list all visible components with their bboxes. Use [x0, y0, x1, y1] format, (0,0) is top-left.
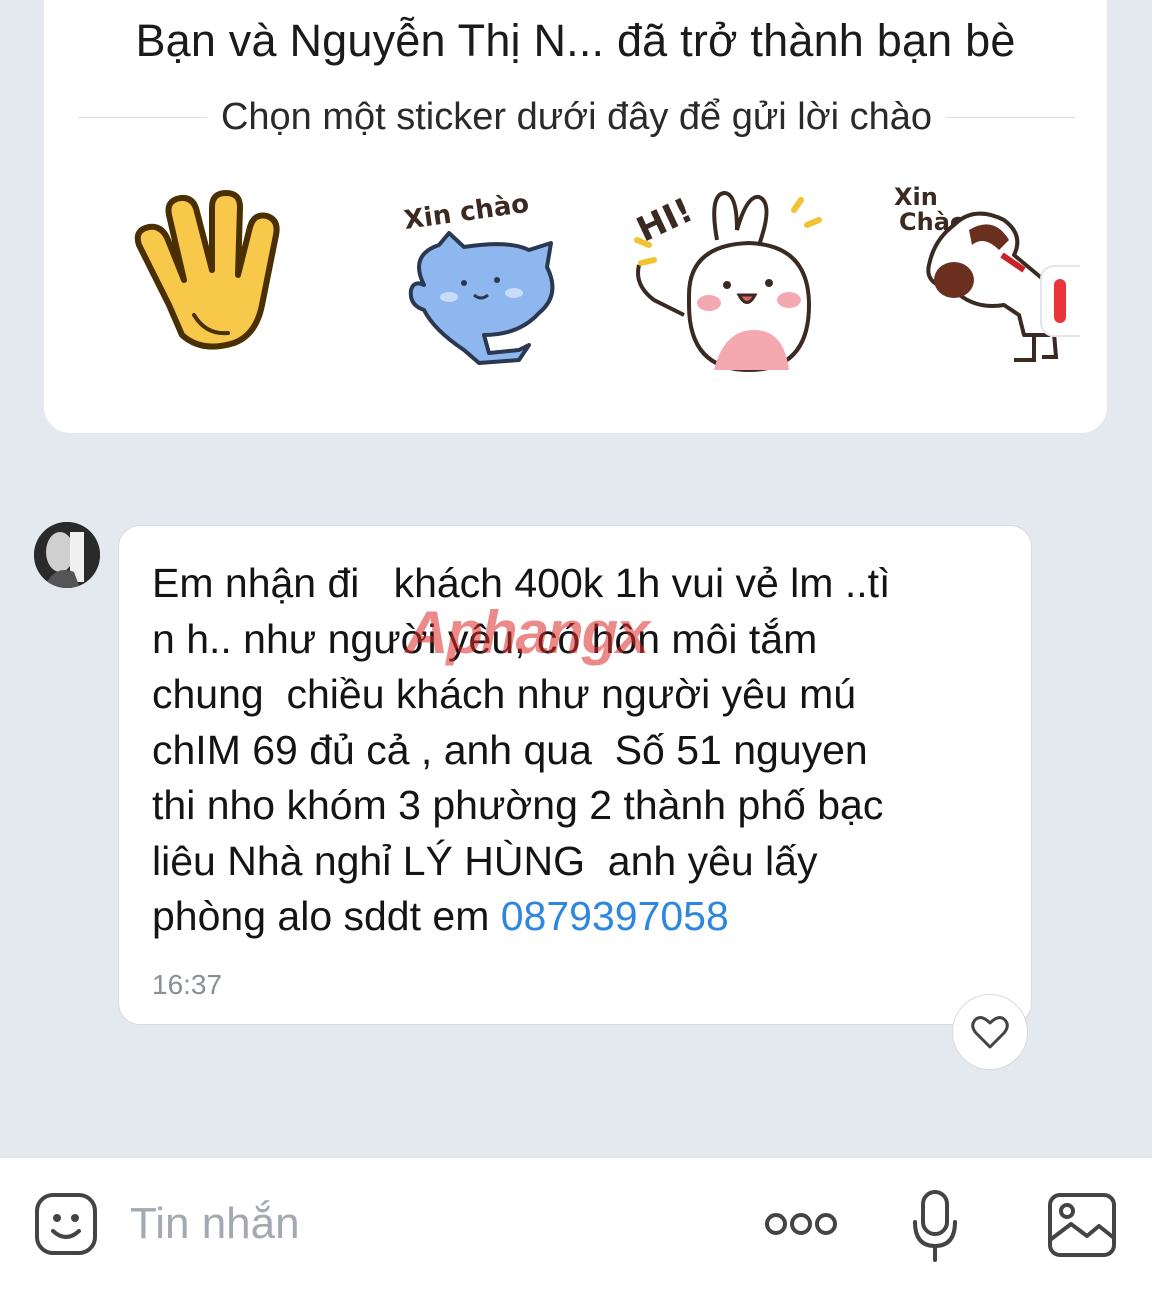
message-body: Em nhận đi khách 400k 1h vui vẻ lm ..tì …: [152, 560, 891, 939]
react-heart-button[interactable]: [952, 994, 1028, 1070]
sticker-scroll-next[interactable]: [1040, 265, 1080, 337]
divider: [946, 116, 1076, 118]
sticker-list: Xin chào HI! Xin Chào: [124, 183, 1124, 385]
message-input[interactable]: [130, 1186, 730, 1262]
friend-greeting-card: Bạn và Nguyễn Thị N... đã trở thành bạn …: [44, 0, 1107, 433]
next-sticker-preview: [1054, 279, 1066, 323]
message-text: Em nhận đi khách 400k 1h vui vẻ lm ..tì …: [152, 556, 1012, 945]
emoji-icon: [35, 1193, 97, 1255]
image-button[interactable]: [1047, 1192, 1117, 1258]
more-icon: [765, 1213, 837, 1235]
blue-cat-sticker: Xin chào: [402, 189, 555, 365]
microphone-icon: [913, 1190, 957, 1262]
waving-hand-icon: [134, 190, 280, 350]
sticker-prompt-row: Chọn một sticker dưới đây để gửi lời chà…: [78, 92, 1076, 142]
divider: [78, 116, 207, 118]
chat-screen: Bạn và Nguyễn Thị N... đã trở thành bạn …: [0, 0, 1152, 1290]
friend-title: Bạn và Nguyễn Thị N... đã trở thành bạn …: [135, 15, 1016, 66]
phone-number-link[interactable]: 0879397058: [501, 893, 729, 939]
microphone-button[interactable]: [910, 1188, 960, 1264]
sticker-caption-line1: Xin: [894, 183, 938, 211]
image-icon: [1048, 1193, 1116, 1257]
message-timestamp: 16:37: [152, 969, 223, 1000]
sticker-wave[interactable]: [124, 185, 314, 385]
emoji-button[interactable]: [33, 1191, 99, 1257]
avatar[interactable]: [34, 522, 100, 588]
sticker-prompt: Chọn một sticker dưới đây để gửi lời chà…: [220, 95, 933, 138]
message-input-bar: [0, 1157, 1152, 1290]
more-button[interactable]: [762, 1206, 840, 1242]
sticker-caption: Xin chào: [402, 189, 531, 236]
avatar-photo: [34, 522, 100, 588]
heart-icon: [971, 1016, 1009, 1049]
message-bubble[interactable]: Em nhận đi khách 400k 1h vui vẻ lm ..tì …: [118, 525, 1032, 1025]
sticker-bunny[interactable]: HI!: [629, 185, 822, 385]
sticker-cat[interactable]: Xin chào: [379, 185, 569, 385]
white-bunny-sticker: HI!: [631, 190, 822, 373]
